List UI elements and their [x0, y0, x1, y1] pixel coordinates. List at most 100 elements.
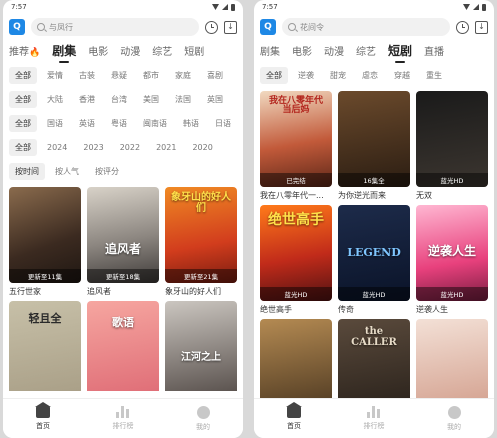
- video-card[interactable]: 蓝光HD 无双: [416, 91, 488, 205]
- download-icon[interactable]: ↓: [224, 20, 237, 34]
- nav-profile[interactable]: 我的: [414, 399, 494, 438]
- filter-chip[interactable]: 日语: [209, 115, 237, 132]
- poster-image: 16集全: [338, 91, 410, 187]
- poster-title: 歌语: [112, 316, 134, 329]
- poster-image: 象牙山的好人们 更新至21集: [165, 187, 237, 283]
- video-card[interactable]: 轻且全: [9, 301, 81, 391]
- filter-chip[interactable]: 全部: [9, 114, 37, 132]
- poster-title: 绝世高手: [268, 212, 324, 228]
- tab-movies[interactable]: 电影: [88, 43, 108, 63]
- left-phone-screen: 7:57 Q 与凤行 ↓ 推荐🔥 剧集 电影 动漫 综艺 短剧 全部 爱情 古装…: [3, 0, 243, 438]
- filter-chip[interactable]: 2023: [77, 140, 109, 155]
- filter-chip[interactable]: 全部: [9, 90, 37, 108]
- history-icon[interactable]: [205, 20, 218, 34]
- video-title: 无双: [416, 191, 432, 200]
- tab-movies[interactable]: 电影: [292, 43, 312, 63]
- filter-chip[interactable]: 全部: [9, 138, 37, 156]
- filter-chip[interactable]: 穿越: [388, 67, 416, 84]
- poster-title: 逆袭人生: [427, 244, 476, 258]
- video-card[interactable]: 逆袭人生 蓝光HD 逆袭人生: [416, 205, 488, 319]
- video-card[interactable]: 象牙山的好人们 更新至21集 象牙山的好人们: [165, 187, 237, 301]
- video-card[interactable]: 追风者 更新至18集 追风者: [87, 187, 159, 301]
- nav-home[interactable]: 首页: [3, 399, 83, 438]
- tab-anime[interactable]: 动漫: [120, 43, 140, 63]
- filter-chip[interactable]: 闽南语: [137, 115, 173, 132]
- app-logo-icon[interactable]: Q: [9, 19, 25, 35]
- tab-series[interactable]: 剧集: [260, 43, 280, 63]
- filter-chip[interactable]: 香港: [73, 91, 101, 108]
- poster-image: 更新至11集: [9, 187, 81, 283]
- video-grid: 我在八零年代当后妈 已完结 我在八零年代一... 16集全 为你逆光而来 蓝光H…: [254, 91, 494, 409]
- tab-short-drama[interactable]: 短剧: [184, 43, 204, 63]
- filter-chip[interactable]: 全部: [260, 66, 288, 84]
- filter-chip[interactable]: 逆袭: [292, 67, 320, 84]
- region-filter-row: 全部 大陆 香港 台湾 美国 法国 英国: [9, 87, 237, 111]
- filter-chip[interactable]: 英语: [73, 115, 101, 132]
- tab-variety[interactable]: 综艺: [356, 43, 376, 63]
- year-filter-row: 全部 2024 2023 2022 2021 2020: [9, 135, 237, 159]
- sort-option[interactable]: 按评分: [89, 163, 125, 180]
- tab-series[interactable]: 剧集: [52, 42, 76, 63]
- nav-ranking[interactable]: 排行榜: [334, 399, 414, 438]
- nav-label: 排行榜: [112, 422, 134, 430]
- video-card[interactable]: [416, 319, 488, 409]
- sort-option[interactable]: 按时间: [9, 162, 45, 180]
- poster-title: LEGEND: [347, 246, 401, 259]
- tab-short-drama[interactable]: 短剧: [388, 42, 412, 63]
- filter-chip[interactable]: 悬疑: [105, 67, 133, 84]
- filter-chip[interactable]: 国语: [41, 115, 69, 132]
- nav-home[interactable]: 首页: [254, 399, 334, 438]
- filter-chip[interactable]: 爱情: [41, 67, 69, 84]
- video-card[interactable]: the CALLER: [338, 319, 410, 409]
- tab-anime[interactable]: 动漫: [324, 43, 344, 63]
- poster-image: 我在八零年代当后妈 已完结: [260, 91, 332, 187]
- filter-chip[interactable]: 2021: [150, 140, 182, 155]
- episode-badge: 蓝光HD: [338, 287, 410, 301]
- filter-chip[interactable]: 全部: [9, 66, 37, 84]
- video-card[interactable]: 更新至11集 五行世家: [9, 187, 81, 301]
- filter-chip[interactable]: 2020: [186, 140, 218, 155]
- history-icon[interactable]: [456, 20, 469, 34]
- filter-chip[interactable]: 重生: [420, 67, 448, 84]
- nav-profile[interactable]: 我的: [163, 399, 243, 438]
- filter-chip[interactable]: 喜剧: [201, 67, 229, 84]
- poster-image: [260, 319, 332, 409]
- nav-ranking[interactable]: 排行榜: [83, 399, 163, 438]
- filter-chip[interactable]: 2024: [41, 140, 73, 155]
- download-icon[interactable]: ↓: [475, 20, 488, 34]
- tab-recommend[interactable]: 推荐🔥: [9, 43, 40, 63]
- search-input[interactable]: 花间令: [282, 18, 450, 36]
- wifi-icon: [463, 4, 470, 10]
- video-card[interactable]: 歌语: [87, 301, 159, 391]
- sort-option[interactable]: 按人气: [49, 163, 85, 180]
- app-logo-icon[interactable]: Q: [260, 19, 276, 35]
- filter-chip[interactable]: 法国: [169, 91, 197, 108]
- status-icons: [212, 3, 235, 11]
- video-card[interactable]: 16集全 为你逆光而来: [338, 91, 410, 205]
- filter-chip[interactable]: 台湾: [105, 91, 133, 108]
- filter-chip[interactable]: 都市: [137, 67, 165, 84]
- filter-chip[interactable]: 韩语: [177, 115, 205, 132]
- filter-chip[interactable]: 甜宠: [324, 67, 352, 84]
- filter-chip[interactable]: 美国: [137, 91, 165, 108]
- video-card[interactable]: 绝世高手 蓝光HD 绝世高手: [260, 205, 332, 319]
- search-input[interactable]: 与凤行: [31, 18, 199, 36]
- bottom-navigation: 首页 排行榜 我的: [3, 398, 243, 438]
- filter-chip[interactable]: 2022: [114, 140, 146, 155]
- tab-variety[interactable]: 综艺: [152, 43, 172, 63]
- video-card[interactable]: 我在八零年代当后妈 已完结 我在八零年代一...: [260, 91, 332, 205]
- filter-chip[interactable]: 古装: [73, 67, 101, 84]
- video-card[interactable]: [260, 319, 332, 409]
- filter-chip[interactable]: 粤语: [105, 115, 133, 132]
- video-card[interactable]: 江河之上: [165, 301, 237, 391]
- nav-label: 排行榜: [363, 422, 385, 430]
- filter-chip[interactable]: 家庭: [169, 67, 197, 84]
- tab-live[interactable]: 直播: [424, 43, 444, 63]
- video-title: 传奇: [338, 305, 354, 314]
- poster-image: 江河之上: [165, 301, 237, 391]
- filter-chip[interactable]: 大陆: [41, 91, 69, 108]
- video-card[interactable]: LEGEND 蓝光HD 传奇: [338, 205, 410, 319]
- poster-image: 追风者 更新至18集: [87, 187, 159, 283]
- filter-chip[interactable]: 虐恋: [356, 67, 384, 84]
- filter-chip[interactable]: 英国: [201, 91, 229, 108]
